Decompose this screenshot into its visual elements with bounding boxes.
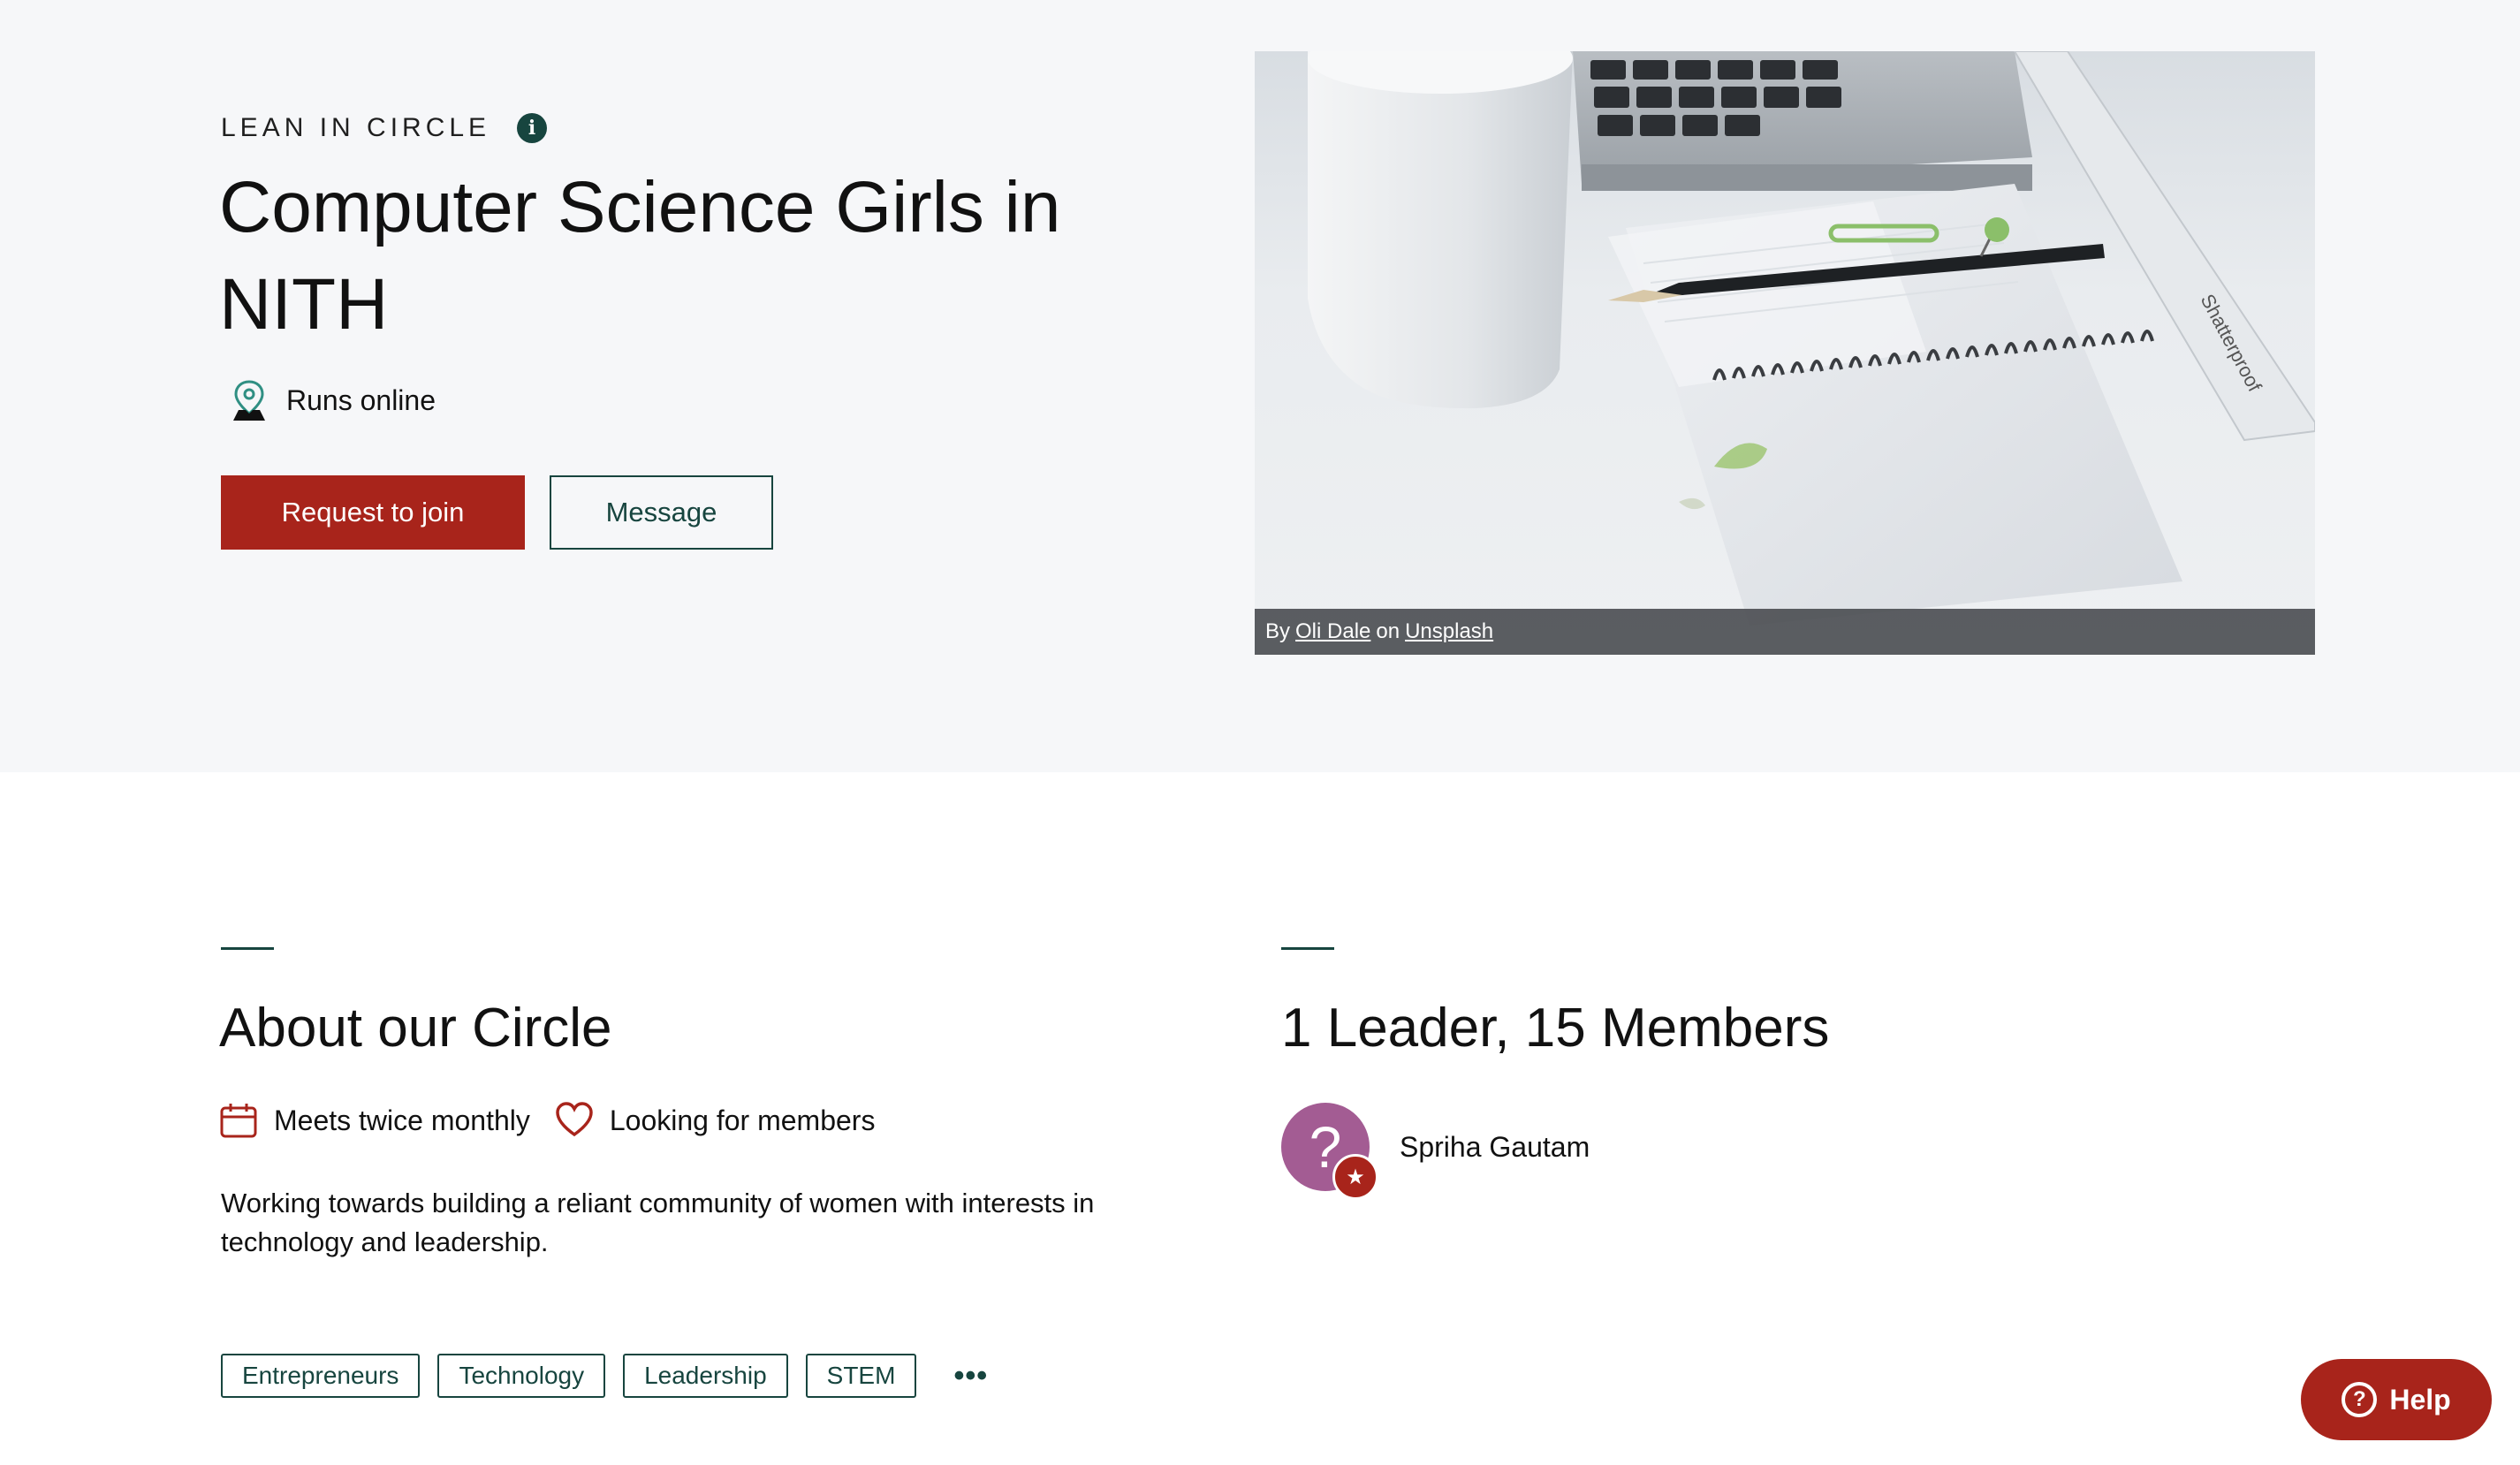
desk-photo-illustration: Shatterproof [1308,51,2315,626]
photo-source-link[interactable]: Unsplash [1405,619,1493,644]
about-section-title: About our Circle [219,998,612,1059]
request-to-join-button[interactable]: Request to join [221,475,525,550]
circle-hero: LEAN IN CIRCLE i Computer Science Girls … [0,0,2520,772]
calendar-icon [220,1104,257,1138]
about-section-rule [221,947,274,950]
photo-author-link[interactable]: Oli Dale [1295,619,1370,644]
star-icon: ★ [1332,1154,1378,1200]
location-text: Runs online [286,383,436,416]
leader-member[interactable]: ? ★ Spriha Gautam [1281,1103,1590,1200]
message-button[interactable]: Message [550,475,773,550]
tag-entrepreneurs[interactable]: Entrepreneurs [221,1354,421,1398]
photo-credit-on: on [1376,619,1400,643]
tag-stem[interactable]: STEM [805,1354,917,1398]
help-label: Help [2389,1383,2451,1416]
page-title: Computer Science Girls in NITH [219,167,1061,345]
photo-credit-by: By [1265,619,1291,643]
more-dots-icon[interactable]: ••• [953,1361,988,1391]
circle-meta: Meets twice monthly Looking for members [219,1101,899,1140]
members-section-title: 1 Leader, 15 Members [1281,998,1830,1059]
members-section-rule [1281,947,1334,950]
tag-leadership[interactable]: Leadership [623,1354,788,1398]
membership-status: Looking for members [555,1101,876,1140]
photo-credit: By Oli Dale on Unsplash [1255,609,2315,655]
tag-list: Entrepreneurs Technology Leadership STEM… [221,1354,988,1398]
location: Runs online [228,378,436,422]
question-icon: ? [2342,1382,2378,1417]
circle-type-label: LEAN IN CIRCLE i [221,113,548,143]
circle-type-text: LEAN IN CIRCLE [221,113,491,142]
meeting-frequency: Meets twice monthly [219,1101,530,1140]
info-icon[interactable]: i [517,113,548,143]
tag-technology[interactable]: Technology [437,1354,606,1398]
location-pin-icon [233,380,265,421]
heart-icon [556,1102,593,1137]
leader-name: Spriha Gautam [1400,1130,1590,1163]
meeting-frequency-text: Meets twice monthly [274,1104,530,1136]
avatar: ? ★ [1281,1103,1378,1200]
help-button[interactable]: ? Help [2301,1359,2492,1440]
membership-status-text: Looking for members [609,1104,876,1136]
circle-cover-photo: Shatterproof By Oli Dale on Unsplash [1255,51,2315,655]
circle-description: Working towards building a reliant commu… [221,1188,1095,1257]
